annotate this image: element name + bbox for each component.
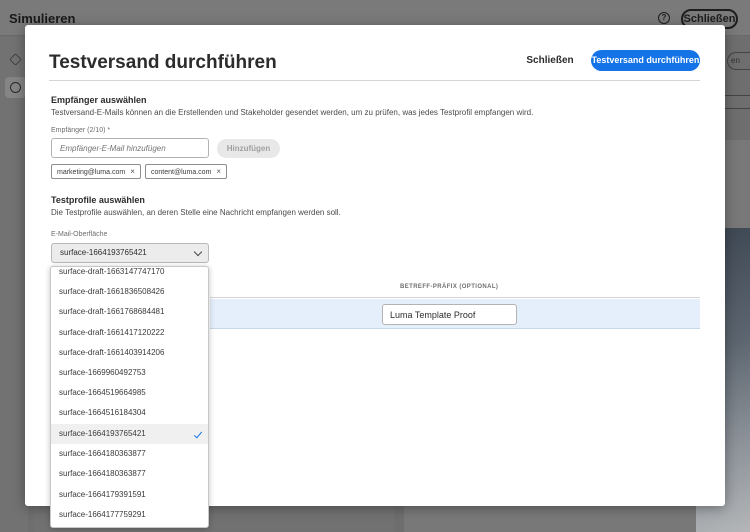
dropdown-item[interactable]: surface-1664180363877 <box>51 464 208 484</box>
add-recipient-button[interactable]: Hinzufügen <box>217 139 280 158</box>
recipients-section-title: Empfänger auswählen <box>51 95 147 105</box>
profiles-section-description: Die Testprofile auswählen, an deren Stel… <box>51 208 341 217</box>
dropdown-item[interactable]: surface-1664179391591 <box>51 485 208 505</box>
recipient-tag: content@luma.com × <box>145 164 228 179</box>
dropdown-item-label: surface-1664193765421 <box>59 429 146 438</box>
dropdown-item[interactable]: surface-draft-1661417120222 <box>51 323 208 343</box>
surface-select[interactable]: surface-1664193765421 <box>51 243 209 263</box>
app-side-rail <box>0 37 28 532</box>
surface-select-value: surface-1664193765421 <box>60 248 147 257</box>
remove-tag-icon[interactable]: × <box>130 167 135 176</box>
recipient-tag-label: content@luma.com <box>151 169 212 176</box>
prefix-column-header: BETREFF-PRÄFIX (OPTIONAL) <box>400 284 499 290</box>
send-test-button[interactable]: Testversand durchführen <box>591 50 700 71</box>
app-toolbar-button[interactable]: en <box>727 52 750 70</box>
dropdown-item[interactable]: surface-draft-1661836508426 <box>51 282 208 302</box>
table-divider <box>210 297 700 298</box>
dialog-divider <box>49 80 700 81</box>
dropdown-item-selected[interactable]: surface-1664193765421 <box>51 424 208 444</box>
dropdown-item[interactable]: surface-1664516184304 <box>51 403 208 423</box>
user-icon <box>10 82 21 93</box>
dropdown-item[interactable]: surface-draft-1661768684481 <box>51 302 208 322</box>
dropdown-item[interactable]: surface-1664180363877 <box>51 444 208 464</box>
chevron-down-icon <box>193 247 203 257</box>
dialog-title: Testversand durchführen <box>49 52 277 73</box>
recipient-email-input[interactable] <box>51 138 209 158</box>
surface-field-label: E-Mail-Oberfläche <box>51 231 108 238</box>
dropdown-item[interactable]: surface-1664519664985 <box>51 383 208 403</box>
surface-dropdown-menu: surface-draft-1663147747170 surface-draf… <box>50 266 209 528</box>
dropdown-item[interactable]: surface-draft-1661403914206 <box>51 343 208 363</box>
dialog-close-button[interactable]: Schließen <box>519 51 581 71</box>
dropdown-item[interactable]: surface-1669960492753 <box>51 363 208 383</box>
remove-tag-icon[interactable]: × <box>216 167 221 176</box>
app-title: Simulieren <box>9 11 76 26</box>
checkmark-icon <box>193 429 203 439</box>
recipient-tag: marketing@luma.com × <box>51 164 141 179</box>
profiles-section-title: Testprofile auswählen <box>51 195 145 205</box>
recipients-field-label: Empfänger (2/10) * <box>51 127 111 134</box>
recipients-section-description: Testversand-E-Mails können an die Erstel… <box>51 108 534 117</box>
subject-prefix-input[interactable] <box>382 304 517 325</box>
recipient-tag-label: marketing@luma.com <box>57 169 126 176</box>
profile-rail-button[interactable] <box>5 77 26 98</box>
help-icon[interactable]: ? <box>658 12 670 24</box>
dropdown-item[interactable]: surface-draft-1663147747170 <box>51 267 208 282</box>
dropdown-item[interactable]: surface-1664177759291 <box>51 505 208 525</box>
